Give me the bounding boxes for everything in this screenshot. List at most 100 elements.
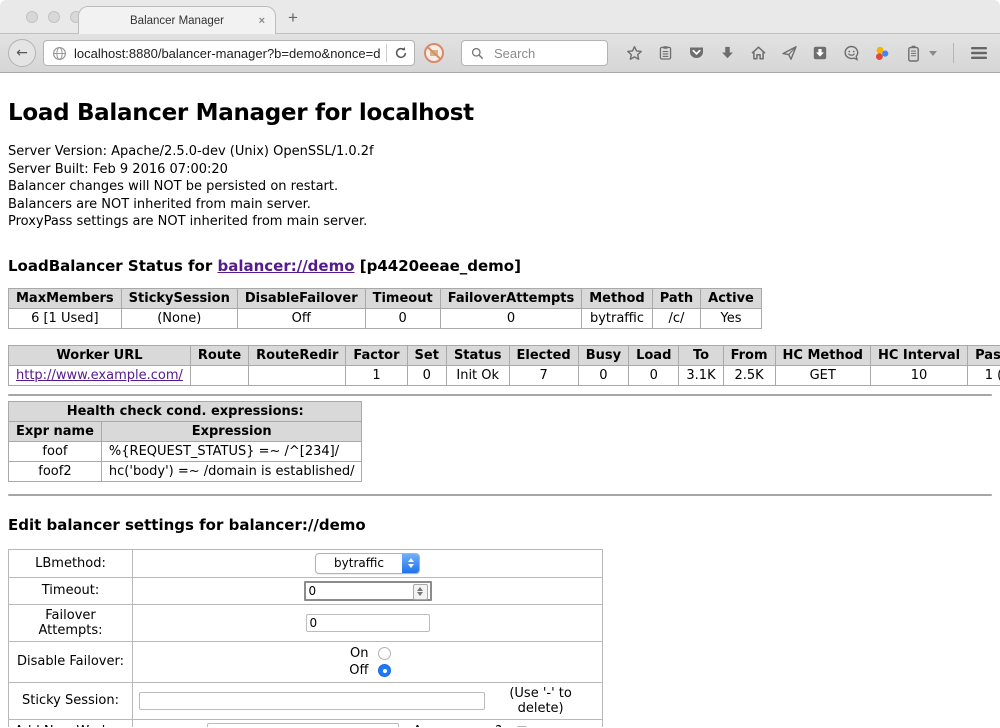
table-header-row: Health check cond. expressions: <box>9 401 362 421</box>
menu-hamburger-icon[interactable] <box>970 44 988 62</box>
toolbar-separator <box>953 43 954 63</box>
server-version-line: Server Version: Apache/2.5.0-dev (Unix) … <box>8 143 992 161</box>
radio-off-label: Off <box>345 663 369 678</box>
from-cell: 2.5K <box>723 365 775 385</box>
pocket-icon[interactable] <box>687 44 705 62</box>
status-heading-suffix: [p4420eeae_demo] <box>355 257 521 275</box>
failover-attempts-input[interactable] <box>306 614 430 632</box>
lbmethod-select[interactable]: bytraffic <box>315 553 420 574</box>
search-box[interactable] <box>461 40 608 66</box>
loadbalancer-status-heading: LoadBalancer Status for balancer://demo … <box>8 257 992 275</box>
failoverattempts-cell: 0 <box>440 308 582 328</box>
persist-notice-line: Balancer changes will NOT be persisted o… <box>8 178 992 196</box>
balancer-settings-form: LBmethod: bytraffic Timeout: <box>8 549 603 728</box>
expression-cell: hc('body') =~ /domain is established/ <box>101 461 362 481</box>
column-header: Method <box>582 288 652 308</box>
send-plane-icon[interactable] <box>780 44 798 62</box>
failover-attempts-label: Failover Attempts: <box>9 604 133 641</box>
lbmethod-selected-value: bytraffic <box>316 554 402 573</box>
page-title: Load Balancer Manager for localhost <box>8 100 992 126</box>
maxmembers-cell: 6 [1 Used] <box>9 308 122 328</box>
navigation-toolbar: ← localhost:8880/balancer-manager?b=demo… <box>0 33 1000 73</box>
column-header: From <box>723 345 775 365</box>
column-header: Worker URL <box>9 345 191 365</box>
column-header: HC Method <box>775 345 870 365</box>
back-button[interactable]: ← <box>8 39 36 67</box>
set-cell: 0 <box>407 365 446 385</box>
search-icon <box>468 44 486 62</box>
timeout-label: Timeout: <box>9 577 133 604</box>
add-worker-label: Add New Worker: <box>9 719 133 727</box>
table-header-row: Worker URL Route RouteRedir Factor Set S… <box>9 345 1000 365</box>
method-cell: bytraffic <box>582 308 652 328</box>
sticky-session-input[interactable] <box>139 692 485 710</box>
select-stepper-icon <box>402 554 419 573</box>
tab-close-icon[interactable]: × <box>259 15 265 27</box>
form-row-lbmethod: LBmethod: bytraffic <box>9 549 603 577</box>
column-header: Status <box>446 345 509 365</box>
path-cell: /c/ <box>652 308 700 328</box>
worker-status-table: Worker URL Route RouteRedir Factor Set S… <box>8 345 1000 386</box>
form-row-add-worker: Add New Worker: Are you sure? <box>9 719 603 727</box>
bookmark-star-icon[interactable] <box>625 44 643 62</box>
column-header: StickySession <box>121 288 237 308</box>
edit-settings-heading: Edit balancer settings for balancer://de… <box>8 516 992 534</box>
home-icon[interactable] <box>749 44 767 62</box>
form-row-failover: Failover Attempts: <box>9 604 603 641</box>
worker-url-link[interactable]: http://www.example.com/ <box>16 368 183 383</box>
section-divider <box>8 494 992 496</box>
server-built-line: Server Built: Feb 9 2016 07:00:20 <box>8 161 992 179</box>
minimize-window-button[interactable] <box>48 11 60 23</box>
add-worker-input[interactable] <box>207 723 399 728</box>
back-arrow-icon: ← <box>16 45 28 61</box>
column-header: Elected <box>509 345 578 365</box>
disable-failover-label: Disable Failover: <box>9 641 133 682</box>
form-row-disable-failover: Disable Failover: On Off <box>9 641 603 682</box>
downloads-icon[interactable] <box>718 44 736 62</box>
tab-bar: Balancer Manager × + <box>0 0 1000 33</box>
reading-list-icon[interactable] <box>656 44 674 62</box>
column-header: Timeout <box>365 288 440 308</box>
column-header: Set <box>407 345 446 365</box>
chevron-down-icon[interactable] <box>929 51 937 56</box>
server-info: Server Version: Apache/2.5.0-dev (Unix) … <box>8 143 992 231</box>
disable-failover-off-radio[interactable] <box>378 664 391 677</box>
hc-method-cell: GET <box>775 365 870 385</box>
search-input[interactable] <box>492 45 601 62</box>
health-check-table: Health check cond. expressions: Expr nam… <box>8 401 362 482</box>
stickysession-cell: (None) <box>121 308 237 328</box>
active-cell: Yes <box>701 308 762 328</box>
balancer-demo-link[interactable]: balancer://demo <box>217 257 354 275</box>
lbmethod-label: LBmethod: <box>9 549 133 577</box>
new-tab-button[interactable]: + <box>288 8 298 28</box>
form-row-timeout: Timeout: <box>9 577 603 604</box>
passes-cell: 1 (0) <box>968 365 1000 385</box>
blocked-content-icon[interactable] <box>422 41 446 65</box>
factor-cell: 1 <box>346 365 407 385</box>
timeout-cell: 0 <box>365 308 440 328</box>
form-row-sticky: Sticky Session: (Use '-' to delete) <box>9 682 603 719</box>
status-cell: Init Ok <box>446 365 509 385</box>
elected-cell: 7 <box>509 365 578 385</box>
disable-failover-on-radio[interactable] <box>378 647 391 660</box>
column-header: Busy <box>578 345 628 365</box>
number-spinner-icon[interactable] <box>413 584 428 600</box>
url-bar[interactable]: localhost:8880/balancer-manager?b=demo&n… <box>43 40 415 66</box>
route-cell <box>190 365 248 385</box>
tab-balancer-manager[interactable]: Balancer Manager × <box>78 6 276 34</box>
battery-icon[interactable] <box>904 44 922 62</box>
hc-interval-cell: 10 <box>870 365 967 385</box>
hello-smiley-icon[interactable] <box>842 44 860 62</box>
url-text[interactable]: localhost:8880/balancer-manager?b=demo&n… <box>74 46 381 61</box>
toolbar-buttons <box>625 42 1000 64</box>
balancer-status-table: MaxMembers StickySession DisableFailover… <box>8 288 762 329</box>
close-window-button[interactable] <box>26 11 38 23</box>
load-cell: 0 <box>629 365 679 385</box>
are-you-sure-label: Are you sure? <box>413 724 502 727</box>
column-header: Route <box>190 345 248 365</box>
page-content: Load Balancer Manager for localhost Serv… <box>0 73 1000 727</box>
reload-icon[interactable] <box>392 44 410 62</box>
save-to-box-icon[interactable] <box>811 44 829 62</box>
colored-dots-icon[interactable] <box>873 44 891 62</box>
are-you-sure-checkbox[interactable] <box>516 726 528 728</box>
